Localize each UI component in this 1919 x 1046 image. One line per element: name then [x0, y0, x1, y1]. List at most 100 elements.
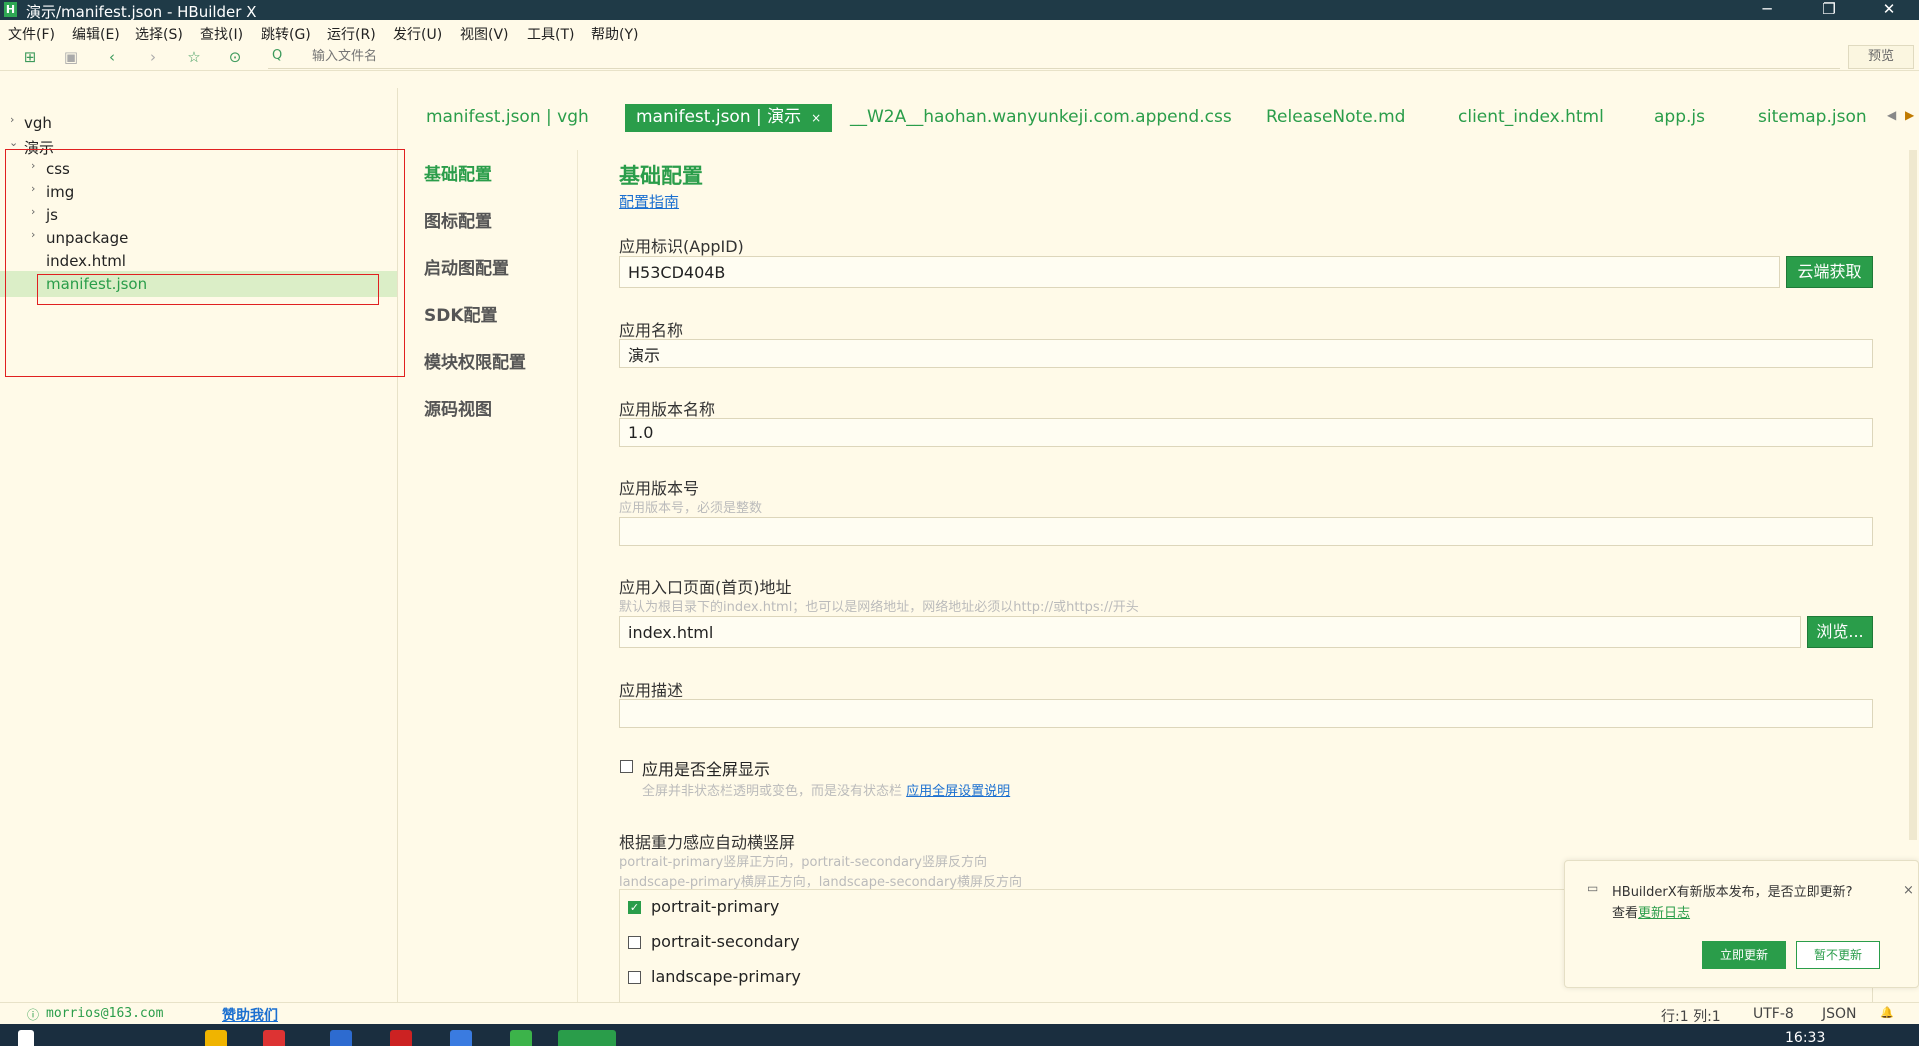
fullscreen-doc-link[interactable]: 应用全屏设置说明 — [906, 784, 1010, 799]
landscape-primary-label: landscape-primary — [651, 967, 801, 986]
changelog-link[interactable]: 更新日志 — [1638, 906, 1690, 921]
editor-app-icon[interactable] — [330, 1030, 352, 1046]
project-explorer: › vgh ⌄ 演示 › css › img › js › unpackage … — [0, 88, 405, 1002]
cursor-position[interactable]: 行:1 列:1 — [1661, 1006, 1721, 1026]
fullscreen-label: 应用是否全屏显示 — [642, 760, 771, 779]
clock: 16:33 — [1785, 1030, 1826, 1046]
file-search-input[interactable] — [268, 45, 1840, 69]
appid-input[interactable] — [619, 256, 1780, 288]
editor-scrollbar[interactable] — [1909, 150, 1917, 840]
menu-edit[interactable]: 编辑(E) — [72, 24, 120, 44]
menu-view[interactable]: 视图(V) — [460, 24, 509, 44]
appid-label: 应用标识(AppID) — [619, 237, 744, 256]
encoding-status[interactable]: UTF-8 — [1753, 1006, 1794, 1022]
orientation-hint-portrait: portrait-primary竖屏正方向，portrait-secondary… — [619, 855, 987, 870]
title-bar: H 演示/manifest.json - HBuilder X ─ ❐ ✕ — [0, 0, 1919, 21]
portrait-secondary-checkbox[interactable] — [628, 936, 641, 949]
minimize-button[interactable]: ─ — [1744, 0, 1790, 20]
tab-manifest-vgh[interactable]: manifest.json | vgh — [426, 104, 589, 132]
close-window-button[interactable]: ✕ — [1866, 0, 1912, 20]
browse-button[interactable]: 浏览... — [1807, 616, 1873, 648]
tab-label: manifest.json | 演示 — [636, 107, 802, 127]
app-name-label: 应用名称 — [619, 321, 684, 340]
forward-icon[interactable]: › — [143, 47, 163, 67]
version-code-input[interactable] — [619, 517, 1873, 546]
orientation-label: 根据重力感应自动横竖屏 — [619, 833, 796, 852]
portrait-primary-label: portrait-primary — [651, 897, 780, 916]
update-now-button[interactable]: 立即更新 — [1702, 941, 1786, 969]
file-explorer-icon[interactable] — [205, 1030, 227, 1046]
tab-manifest-demo[interactable]: manifest.json | 演示 × — [625, 104, 833, 132]
nav-sdk-config[interactable]: SDK配置 — [424, 301, 498, 326]
back-icon[interactable]: ‹ — [102, 47, 122, 67]
status-bar: ⓘ morrios@163.com 赞助我们 行:1 列:1 UTF-8 JSO… — [0, 1002, 1919, 1026]
portrait-primary-checkbox[interactable]: ✓ — [628, 901, 641, 914]
chevron-down-icon: ⌄ — [9, 136, 19, 149]
menu-publish[interactable]: 发行(U) — [393, 24, 442, 44]
nav-source-view[interactable]: 源码视图 — [424, 395, 492, 420]
new-file-icon[interactable]: ⊞ — [20, 47, 40, 67]
tab-scroll-right-icon[interactable]: ▶ — [1905, 108, 1914, 122]
orientation-hint-landscape: landscape-primary横屏正方向，landscape-seconda… — [619, 875, 1023, 890]
preview-button[interactable]: 预览 — [1848, 45, 1914, 69]
menu-bar: 文件(F) 编辑(E) 选择(S) 查找(I) 跳转(G) 运行(R) 发行(U… — [0, 20, 1919, 43]
account-email[interactable]: morrios@163.com — [46, 1006, 163, 1021]
language-mode[interactable]: JSON — [1822, 1006, 1857, 1022]
close-icon[interactable]: × — [811, 111, 821, 125]
tab-sitemap[interactable]: sitemap.json — [1758, 104, 1867, 132]
version-name-label: 应用版本名称 — [619, 400, 716, 419]
landscape-primary-checkbox[interactable] — [628, 971, 641, 984]
tab-app-js[interactable]: app.js — [1654, 104, 1705, 132]
version-name-input[interactable] — [619, 418, 1873, 447]
menu-select[interactable]: 选择(S) — [135, 24, 183, 44]
update-later-button[interactable]: 暂不更新 — [1796, 941, 1880, 969]
menu-find[interactable]: 查找(I) — [200, 24, 243, 44]
annotation-box-folder — [5, 149, 405, 377]
nav-permission-config[interactable]: 模块权限配置 — [424, 348, 526, 373]
entry-page-label: 应用入口页面(首页)地址 — [619, 578, 792, 597]
page-title: 基础配置 — [619, 164, 703, 188]
message-icon: ▭ — [1587, 881, 1599, 895]
browser-icon[interactable] — [263, 1030, 285, 1046]
bell-icon[interactable]: 🔔 — [1880, 1006, 1894, 1019]
tab-client-index[interactable]: client_index.html — [1458, 104, 1604, 132]
menu-run[interactable]: 运行(R) — [327, 24, 376, 44]
portrait-secondary-label: portrait-secondary — [651, 932, 800, 951]
nav-splash-config[interactable]: 启动图配置 — [424, 254, 509, 279]
tab-releasenote[interactable]: ReleaseNote.md — [1266, 104, 1405, 132]
menu-help[interactable]: 帮助(Y) — [591, 24, 638, 44]
chat-app-icon[interactable] — [450, 1030, 472, 1046]
menu-goto[interactable]: 跳转(G) — [261, 24, 311, 44]
description-input[interactable] — [619, 699, 1873, 728]
tree-item-label: vgh — [24, 114, 52, 132]
update-sub: 查看更新日志 — [1612, 902, 1690, 921]
hbuilder-taskbar-icon[interactable] — [558, 1030, 616, 1046]
start-icon[interactable] — [18, 1030, 34, 1046]
version-code-label: 应用版本号 — [619, 479, 700, 498]
app-name-input[interactable] — [619, 339, 1873, 368]
annotation-box-file — [37, 274, 379, 305]
tab-scroll-left-icon[interactable]: ◀ — [1887, 108, 1896, 122]
hbuilder-logo-icon: H — [4, 2, 17, 17]
cloud-fetch-button[interactable]: 云端获取 — [1786, 256, 1873, 288]
nav-icon-config[interactable]: 图标配置 — [424, 207, 492, 232]
menu-tools[interactable]: 工具(T) — [527, 24, 574, 44]
sponsor-link[interactable]: 赞助我们 — [222, 1005, 278, 1025]
entry-page-input[interactable] — [619, 616, 1801, 648]
os-taskbar: 16:33 — [0, 1024, 1919, 1046]
star-icon[interactable]: ☆ — [184, 47, 204, 67]
tab-append-css[interactable]: __W2A__haohan.wanyunkeji.com.append.css — [850, 104, 1232, 132]
run-icon[interactable]: ⊙ — [225, 47, 245, 67]
update-notification: ▭ HBuilderX有新版本发布，是否立即更新? 查看更新日志 × 立即更新 … — [1564, 860, 1919, 988]
restore-button[interactable]: ❐ — [1806, 0, 1852, 20]
config-guide-link[interactable]: 配置指南 — [619, 191, 679, 212]
menu-file[interactable]: 文件(F) — [8, 24, 55, 44]
toolbar: ⊞ ▣ ‹ › ☆ ⊙ Q 预览 — [0, 43, 1919, 71]
nav-basic-config[interactable]: 基础配置 — [424, 160, 492, 185]
media-app-icon[interactable] — [390, 1030, 412, 1046]
entry-page-hint: 默认为根目录下的index.html；也可以是网络地址，网络地址必须以http:… — [619, 600, 1139, 615]
fullscreen-checkbox[interactable] — [620, 760, 633, 773]
close-icon[interactable]: × — [1903, 883, 1914, 898]
wechat-icon[interactable] — [510, 1030, 532, 1046]
save-icon[interactable]: ▣ — [61, 47, 81, 67]
